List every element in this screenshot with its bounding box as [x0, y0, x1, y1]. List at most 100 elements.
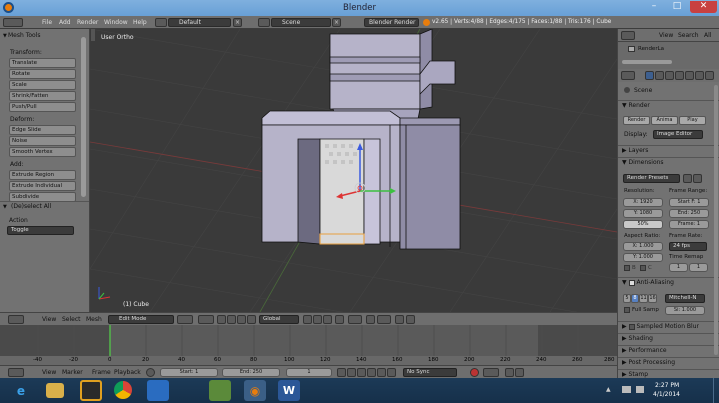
keying-set-icon[interactable]: [483, 368, 499, 377]
push-pull-button[interactable]: Push/Pull: [9, 102, 76, 112]
border-checkbox[interactable]: [624, 265, 630, 271]
occlude-geometry-icon[interactable]: [335, 315, 344, 324]
scene-close-icon[interactable]: ×: [332, 18, 341, 27]
smooth-vertex-button[interactable]: Smooth Vertex: [9, 147, 76, 157]
aa-samples-11-button[interactable]: 11: [639, 294, 648, 303]
current-frame-field[interactable]: 1: [286, 368, 332, 377]
shading-section-header[interactable]: ▶ Shading: [618, 333, 719, 344]
translate-manipulator-icon[interactable]: [227, 315, 236, 324]
noise-button[interactable]: Noise: [9, 136, 76, 146]
aa-samples-8-button[interactable]: 8: [631, 294, 639, 303]
menu-playback[interactable]: Playback: [114, 369, 141, 376]
modifiers-tab-icon[interactable]: [695, 71, 704, 80]
scene-browse-icon[interactable]: [258, 18, 270, 27]
render-opengl-icon[interactable]: [395, 315, 404, 324]
outliner-menu-view[interactable]: View: [659, 32, 673, 39]
display-dropdown[interactable]: Image Editor: [653, 130, 703, 139]
speed-app-icon[interactable]: [80, 380, 102, 401]
layout-dropdown[interactable]: Default: [168, 18, 231, 27]
resolution-percentage-field[interactable]: 50%: [623, 220, 663, 229]
resolution-y-field[interactable]: Y: 1080: [623, 209, 663, 218]
network-icon[interactable]: [622, 386, 631, 393]
play-button[interactable]: Play: [679, 116, 706, 125]
aspect-y-field[interactable]: Y: 1.000: [623, 253, 663, 262]
menu-mesh[interactable]: Mesh: [86, 316, 102, 323]
toolbar-toggle-icon[interactable]: [91, 29, 95, 41]
show-desktop-button[interactable]: [713, 378, 719, 403]
time-remap-new-field[interactable]: 1: [689, 263, 708, 272]
snap-icon[interactable]: [366, 315, 375, 324]
sampled-motion-blur-section-header[interactable]: ▶ Sampled Motion Blur: [618, 321, 719, 332]
resolution-x-field[interactable]: X: 1920: [623, 198, 663, 207]
play-reverse-icon[interactable]: [357, 368, 366, 377]
prev-keyframe-icon[interactable]: [347, 368, 356, 377]
remove-preset-icon[interactable]: [693, 174, 702, 183]
start-frame-field[interactable]: Start: 1: [160, 368, 218, 377]
jump-start-icon[interactable]: [337, 368, 346, 377]
vertex-select-icon[interactable]: [303, 315, 312, 324]
fps-dropdown[interactable]: 24 fps: [669, 242, 707, 251]
shelf-scrollbar[interactable]: [81, 37, 86, 197]
menu-select[interactable]: Select: [62, 316, 81, 323]
aa-checkbox[interactable]: [628, 279, 635, 286]
time-remap-old-field[interactable]: 1: [669, 263, 688, 272]
edge-select-icon[interactable]: [313, 315, 322, 324]
outliner-scrollbar[interactable]: [622, 60, 672, 64]
insert-key-icon[interactable]: [505, 368, 514, 377]
pivot-dropdown-icon[interactable]: [198, 315, 214, 324]
menu-view[interactable]: View: [42, 369, 56, 376]
shrink-fatten-button[interactable]: Shrink/Fatten: [9, 91, 76, 101]
mesh-tools-header[interactable]: Mesh Tools: [8, 32, 40, 39]
media-player-icon[interactable]: [147, 380, 169, 401]
layers-section-header[interactable]: ▶ Layers: [618, 145, 719, 156]
animation-button[interactable]: Anima: [651, 116, 678, 125]
render-section-header[interactable]: ▼ Render: [618, 100, 719, 111]
render-engine-dropdown[interactable]: Blender Render: [364, 18, 419, 27]
frame-step-field[interactable]: Frame: 1: [669, 220, 709, 229]
maximize-button[interactable]: □: [666, 1, 688, 13]
start-frame-prop-field[interactable]: Start F: 1: [669, 198, 709, 207]
play-icon[interactable]: [367, 368, 376, 377]
layout-browse-icon[interactable]: [155, 18, 167, 27]
rotate-manipulator-icon[interactable]: [237, 315, 246, 324]
object-tab-icon[interactable]: [675, 71, 684, 80]
photos-icon[interactable]: [209, 380, 231, 401]
aspect-x-field[interactable]: X: 1.000: [623, 242, 663, 251]
timeline-editor-type-icon[interactable]: [8, 368, 24, 377]
anti-aliasing-section-header[interactable]: ▼ Anti-Aliasing: [618, 277, 719, 288]
orientation-dropdown[interactable]: Global: [259, 315, 299, 324]
proportional-edit-icon[interactable]: [348, 315, 362, 324]
operator-title[interactable]: (De)select All: [11, 203, 51, 210]
3d-viewport[interactable]: User Ortho (1) Cube: [90, 29, 617, 312]
scene-tab-icon[interactable]: [655, 71, 664, 80]
scale-manipulator-icon[interactable]: [247, 315, 256, 324]
properties-editor-type-icon[interactable]: [621, 71, 635, 80]
menu-window[interactable]: Window: [104, 19, 128, 26]
render-tab-icon[interactable]: [645, 71, 654, 80]
extrude-region-button[interactable]: Extrude Region: [9, 170, 76, 180]
snap-element-icon[interactable]: [377, 315, 391, 324]
jump-end-icon[interactable]: [387, 368, 396, 377]
mode-dropdown[interactable]: Edit Mode: [108, 315, 174, 324]
chrome-icon[interactable]: [114, 381, 132, 399]
menu-help[interactable]: Help: [133, 19, 147, 26]
menu-render[interactable]: Render: [77, 19, 98, 26]
next-keyframe-icon[interactable]: [377, 368, 386, 377]
volume-icon[interactable]: [636, 386, 644, 393]
add-preset-icon[interactable]: [683, 174, 692, 183]
filter-size-field[interactable]: Si: 1.000: [665, 306, 705, 315]
world-tab-icon[interactable]: [665, 71, 674, 80]
delete-key-icon[interactable]: [515, 368, 524, 377]
outliner-filter-all[interactable]: All: [704, 32, 711, 39]
file-explorer-icon[interactable]: [46, 383, 64, 398]
render-presets-dropdown[interactable]: Render Presets: [623, 174, 680, 183]
clock-date[interactable]: 4/1/2014: [653, 391, 680, 398]
dimensions-section-header[interactable]: ▼ Dimensions: [618, 157, 719, 168]
manipulator-toggle-icon[interactable]: [217, 315, 226, 324]
constraints-tab-icon[interactable]: [685, 71, 694, 80]
outliner-list[interactable]: RenderLa: [618, 42, 719, 69]
sync-dropdown[interactable]: No Sync: [403, 368, 457, 377]
layout-close-icon[interactable]: ×: [233, 18, 242, 27]
timeline-editor[interactable]: -40 -20 0 20 40 60 80 100 120 140 160 18…: [0, 325, 617, 365]
menu-view[interactable]: View: [42, 316, 56, 323]
